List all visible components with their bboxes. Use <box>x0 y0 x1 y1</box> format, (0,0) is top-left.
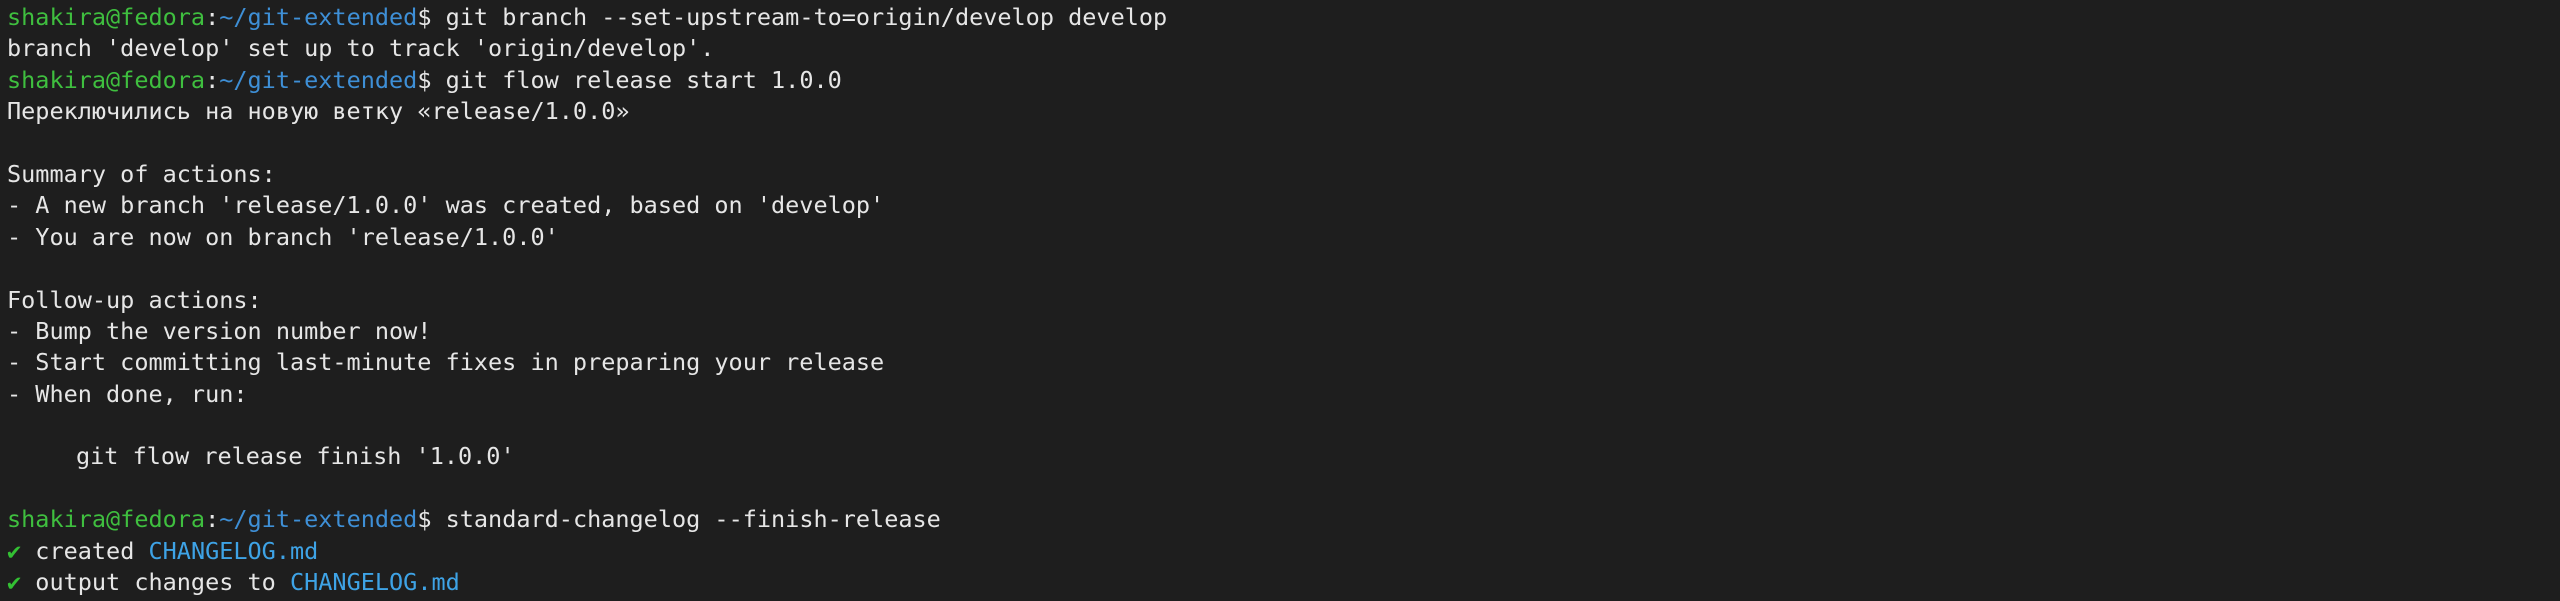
output-line: branch 'develop' set up to track 'origin… <box>7 34 715 63</box>
output-line: Summary of actions: <box>7 159 276 188</box>
command-text: git branch --set-upstream-to=origin/deve… <box>445 3 1168 31</box>
prompt-line-2: shakira@fedora:~/git-extended$ git flow … <box>7 65 2560 96</box>
output-line: - When done, run: <box>7 379 248 408</box>
prompt-sign: $ <box>417 505 446 534</box>
prompt-line-3: shakira@fedora:~/git-extended$ standard-… <box>7 504 2560 535</box>
checkmark-icon: ✔ <box>7 568 22 597</box>
prompt-user-host: shakira@fedora <box>7 3 206 31</box>
prompt-path: ~/git-extended <box>219 65 418 94</box>
prompt-separator: : <box>205 505 220 534</box>
file-name: CHANGELOG.md <box>148 536 319 565</box>
output-line: - Start committing last-minute fixes in … <box>7 348 885 377</box>
output-text: output changes to <box>21 568 290 597</box>
output-line: git flow release finish '1.0.0' <box>76 442 515 471</box>
command-text: standard-changelog --finish-release <box>445 505 941 534</box>
output-line: ✔ output changes to CHANGELOG.md <box>7 567 2560 598</box>
prompt-separator: : <box>205 3 220 31</box>
prompt-user-host: shakira@fedora <box>7 505 206 534</box>
file-name: CHANGELOG.md <box>289 568 460 597</box>
prompt-path: ~/git-extended <box>219 505 418 534</box>
output-line: - You are now on branch 'release/1.0.0' <box>7 222 559 251</box>
prompt-user-host: shakira@fedora <box>7 65 206 94</box>
output-line: - Bump the version number now! <box>7 316 432 345</box>
output-line: Переключились на новую ветку «release/1.… <box>7 97 630 126</box>
terminal-window[interactable]: shakira@fedora:~/git-extended$ git branc… <box>0 0 2560 601</box>
output-line: - A new branch 'release/1.0.0' was creat… <box>7 191 885 220</box>
output-line: Follow-up actions: <box>7 285 262 314</box>
prompt-line-1: shakira@fedora:~/git-extended$ git branc… <box>7 2 2560 33</box>
prompt-separator: : <box>205 65 220 94</box>
prompt-sign: $ <box>417 65 446 94</box>
output-line: ✔ created CHANGELOG.md <box>7 536 2560 567</box>
checkmark-icon: ✔ <box>7 536 22 565</box>
prompt-path: ~/git-extended <box>219 3 418 31</box>
prompt-sign: $ <box>417 3 446 31</box>
command-text: git flow release start 1.0.0 <box>445 65 842 94</box>
output-text: created <box>21 536 149 565</box>
